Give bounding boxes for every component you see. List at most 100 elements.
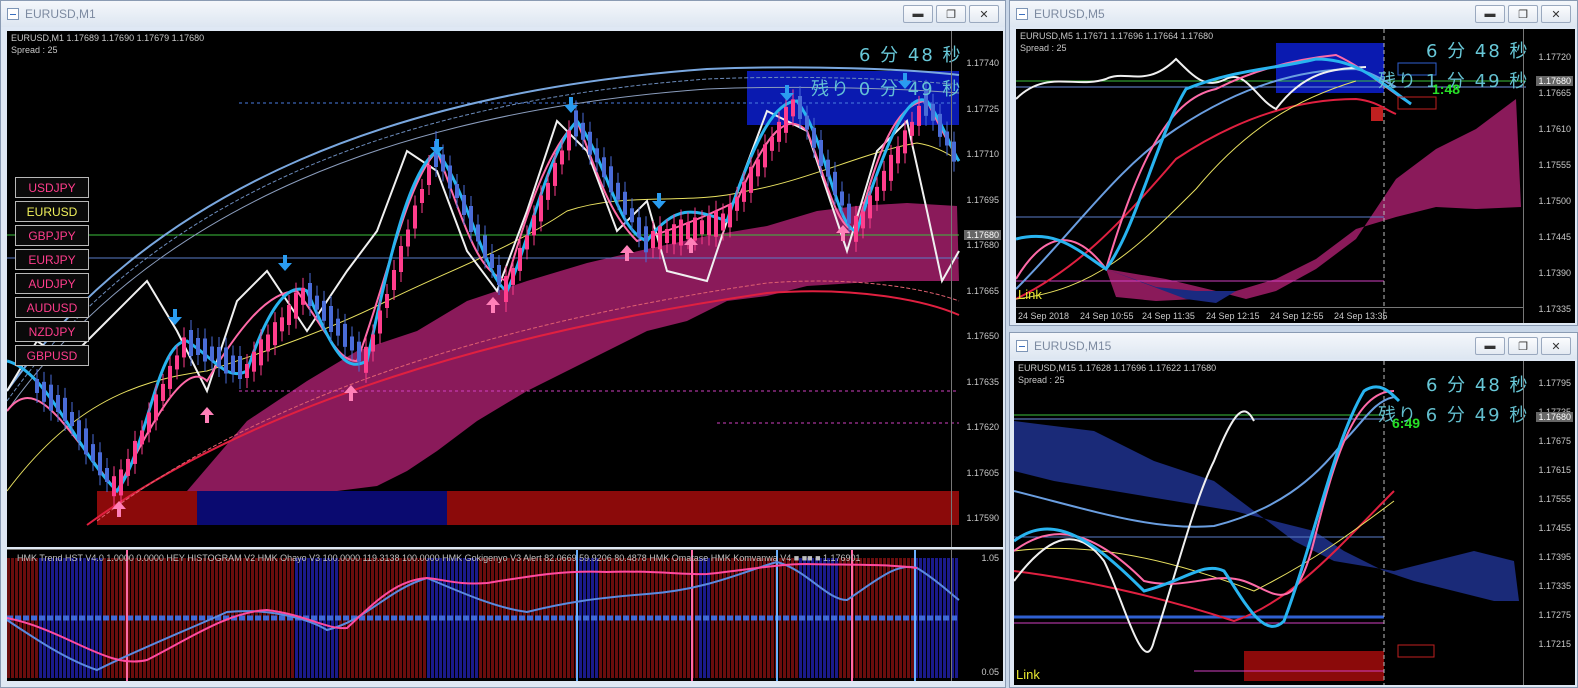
price-tick: 1.17335 bbox=[1538, 581, 1571, 591]
price-tick: 1.17335 bbox=[1538, 304, 1571, 314]
indicator-canvas bbox=[7, 550, 960, 681]
maximize-button[interactable]: ❐ bbox=[1508, 5, 1538, 23]
symbol-button-audusd[interactable]: AUDUSD bbox=[15, 297, 89, 318]
price-tick: 1.17725 bbox=[966, 103, 999, 114]
close-icon: ✕ bbox=[979, 8, 989, 21]
sell-arrow-icon bbox=[168, 309, 182, 325]
window-title: EURUSD,M5 bbox=[1034, 7, 1105, 21]
buy-arrow-icon bbox=[200, 407, 214, 423]
spread-label: Spread : 25 bbox=[11, 45, 58, 55]
price-tick: 1.17215 bbox=[1538, 639, 1571, 649]
sell-arrow-icon bbox=[652, 193, 666, 209]
chart-window-m1[interactable]: EURUSD,M1 ▬ ❐ ✕ EURUSD,M1 1.17689 1.1769… bbox=[0, 0, 1006, 688]
window-title: EURUSD,M15 bbox=[1034, 339, 1112, 353]
link-label[interactable]: Link bbox=[1018, 287, 1042, 302]
time-tick: 24 Sep 13:35 bbox=[1334, 311, 1388, 321]
sell-arrow-icon bbox=[430, 139, 444, 155]
bar-countdown: 1:48 bbox=[1432, 81, 1461, 97]
price-tick: 1.17740 bbox=[966, 58, 999, 68]
symbol-button-audjpy[interactable]: AUDJPY bbox=[15, 273, 89, 294]
minimize-icon: ▬ bbox=[1484, 8, 1496, 20]
price-tick: 1.17455 bbox=[1538, 523, 1571, 533]
minimize-icon: ▬ bbox=[912, 8, 924, 20]
timer-remaining: 6 分 48 秒 bbox=[859, 45, 963, 66]
spread-label: Spread : 25 bbox=[1020, 43, 1067, 53]
time-tick: 24 Sep 12:15 bbox=[1206, 311, 1260, 321]
minimize-icon: ▬ bbox=[1484, 340, 1496, 352]
indicator-tick-high: 1.05 bbox=[981, 553, 999, 563]
time-scale[interactable]: 24 Sep 2018 24 Sep 10:55 24 Sep 11:35 24 Se… bbox=[1016, 307, 1523, 323]
price-tick: 1.17555 bbox=[1538, 494, 1571, 504]
price-tick: 1.17720 bbox=[1538, 52, 1571, 62]
close-button[interactable]: ✕ bbox=[969, 5, 999, 23]
close-icon: ✕ bbox=[1551, 340, 1561, 353]
close-button[interactable]: ✕ bbox=[1541, 337, 1571, 355]
price-tick: 1.17590 bbox=[966, 513, 999, 523]
price-chart-m5[interactable]: EURUSD,M5 1.17671 1.17696 1.17664 1.1768… bbox=[1016, 29, 1575, 323]
minimize-button[interactable]: ▬ bbox=[1475, 5, 1505, 23]
indicator-header: HMK Trend HST V4.0 1.0000 0.0000 HEY HIS… bbox=[17, 553, 861, 563]
maximize-icon: ❐ bbox=[946, 8, 956, 21]
price-tick: 1.17665 bbox=[1538, 88, 1571, 98]
price-tick: 1.17395 bbox=[1538, 552, 1571, 562]
minimize-button[interactable]: ▬ bbox=[903, 5, 933, 23]
symbol-button-eurusd[interactable]: EURUSD bbox=[15, 201, 89, 222]
bar-countdown: 6:49 bbox=[1392, 415, 1421, 431]
price-tick: 1.17605 bbox=[966, 467, 999, 478]
title-bar-m15[interactable]: EURUSD,M15 ▬ ❐ ✕ bbox=[1010, 333, 1577, 359]
symbol-button-eurjpy[interactable]: EURJPY bbox=[15, 249, 89, 270]
maximize-button[interactable]: ❐ bbox=[936, 5, 966, 23]
title-bar-m5[interactable]: EURUSD,M5 ▬ ❐ ✕ bbox=[1010, 1, 1577, 27]
maximize-button[interactable]: ❐ bbox=[1508, 337, 1538, 355]
timer-remaining-next: 残り 0 分 49 秒 bbox=[811, 79, 963, 100]
current-price-label: 1.17680 bbox=[1536, 76, 1573, 86]
price-chart-m1-canvas bbox=[7, 66, 961, 526]
price-tick: 1.17500 bbox=[1538, 196, 1571, 206]
link-label[interactable]: Link bbox=[1016, 667, 1040, 682]
indicator-scale: 1.05 0.05 bbox=[951, 550, 1003, 681]
chart-header: EURUSD,M5 1.17671 1.17696 1.17664 1.1768… bbox=[1020, 31, 1214, 41]
symbol-button-gbpjpy[interactable]: GBPJPY bbox=[15, 225, 89, 246]
chart-window-m5[interactable]: EURUSD,M5 ▬ ❐ ✕ EURUSD,M5 1.17671 1.1769… bbox=[1009, 0, 1578, 326]
price-tick: 1.17615 bbox=[1538, 465, 1571, 475]
timer-remaining: 6 分 48 秒 bbox=[1426, 41, 1530, 62]
time-tick: 24 Sep 12:55 bbox=[1270, 311, 1324, 321]
symbol-button-nzdjpy[interactable]: NZDJPY bbox=[15, 321, 89, 342]
price-tick: 1.17445 bbox=[1538, 232, 1571, 242]
current-price-label: 1.17680 bbox=[964, 230, 1001, 240]
indicator-tick-low: 0.05 bbox=[981, 667, 999, 677]
time-tick: 24 Sep 10:55 bbox=[1080, 311, 1134, 321]
indicator-window-m1[interactable]: HMK Trend HST V4.0 1.0000 0.0000 HEY HIS… bbox=[7, 549, 1003, 681]
price-chart-m1[interactable]: EURUSD,M1 1.17689 1.17690 1.17679 1.1768… bbox=[7, 31, 1003, 547]
close-icon: ✕ bbox=[1551, 8, 1561, 21]
price-tick: 1.17635 bbox=[966, 376, 999, 387]
chart-window-icon bbox=[7, 8, 19, 20]
minimize-button[interactable]: ▬ bbox=[1475, 337, 1505, 355]
chart-window-icon bbox=[1016, 340, 1028, 352]
close-button[interactable]: ✕ bbox=[1541, 5, 1571, 23]
chart-header: EURUSD,M1 1.17689 1.17690 1.17679 1.1768… bbox=[11, 33, 205, 43]
chart-window-icon bbox=[1016, 8, 1028, 20]
symbol-button-usdjpy[interactable]: USDJPY bbox=[15, 177, 89, 198]
sell-arrow-icon bbox=[278, 255, 292, 271]
price-chart-m15[interactable]: EURUSD,M15 1.17628 1.17696 1.17622 1.176… bbox=[1014, 361, 1575, 685]
time-tick: 24 Sep 2018 bbox=[1018, 311, 1070, 321]
chart-window-m15[interactable]: EURUSD,M15 ▬ ❐ ✕ EURUSD,M15 1.17628 1.17… bbox=[1009, 332, 1578, 688]
chart-header: EURUSD,M15 1.17628 1.17696 1.17622 1.176… bbox=[1018, 363, 1217, 373]
spread-label: Spread : 25 bbox=[1018, 375, 1065, 385]
price-tick: 1.17695 bbox=[966, 194, 999, 205]
price-tick: 1.17710 bbox=[966, 149, 999, 159]
price-tick: 1.17620 bbox=[966, 422, 999, 432]
price-tick: 1.17275 bbox=[1538, 610, 1571, 620]
price-tick: 1.17665 bbox=[966, 285, 999, 296]
price-tick: 1.17610 bbox=[1538, 124, 1571, 134]
current-price-label: 1.17680 bbox=[1536, 412, 1573, 422]
price-tick: 1.17675 bbox=[1538, 436, 1571, 446]
symbol-button-gbpusd[interactable]: GBPUSD bbox=[15, 345, 89, 366]
maximize-icon: ❐ bbox=[1518, 340, 1528, 353]
price-scale[interactable]: 1.17740 1.17725 1.17710 1.17695 1.17680 1.176… bbox=[951, 31, 1003, 547]
title-bar-m1[interactable]: EURUSD,M1 ▬ ❐ ✕ bbox=[1, 1, 1005, 27]
price-scale[interactable]: 1.17720 1.17665 1.17610 1.17555 1.17500 1.174… bbox=[1523, 29, 1575, 323]
price-scale[interactable]: 1.177951.177351.176751.176151.175551.174… bbox=[1523, 361, 1575, 685]
price-tick: 1.17680 bbox=[966, 240, 999, 250]
